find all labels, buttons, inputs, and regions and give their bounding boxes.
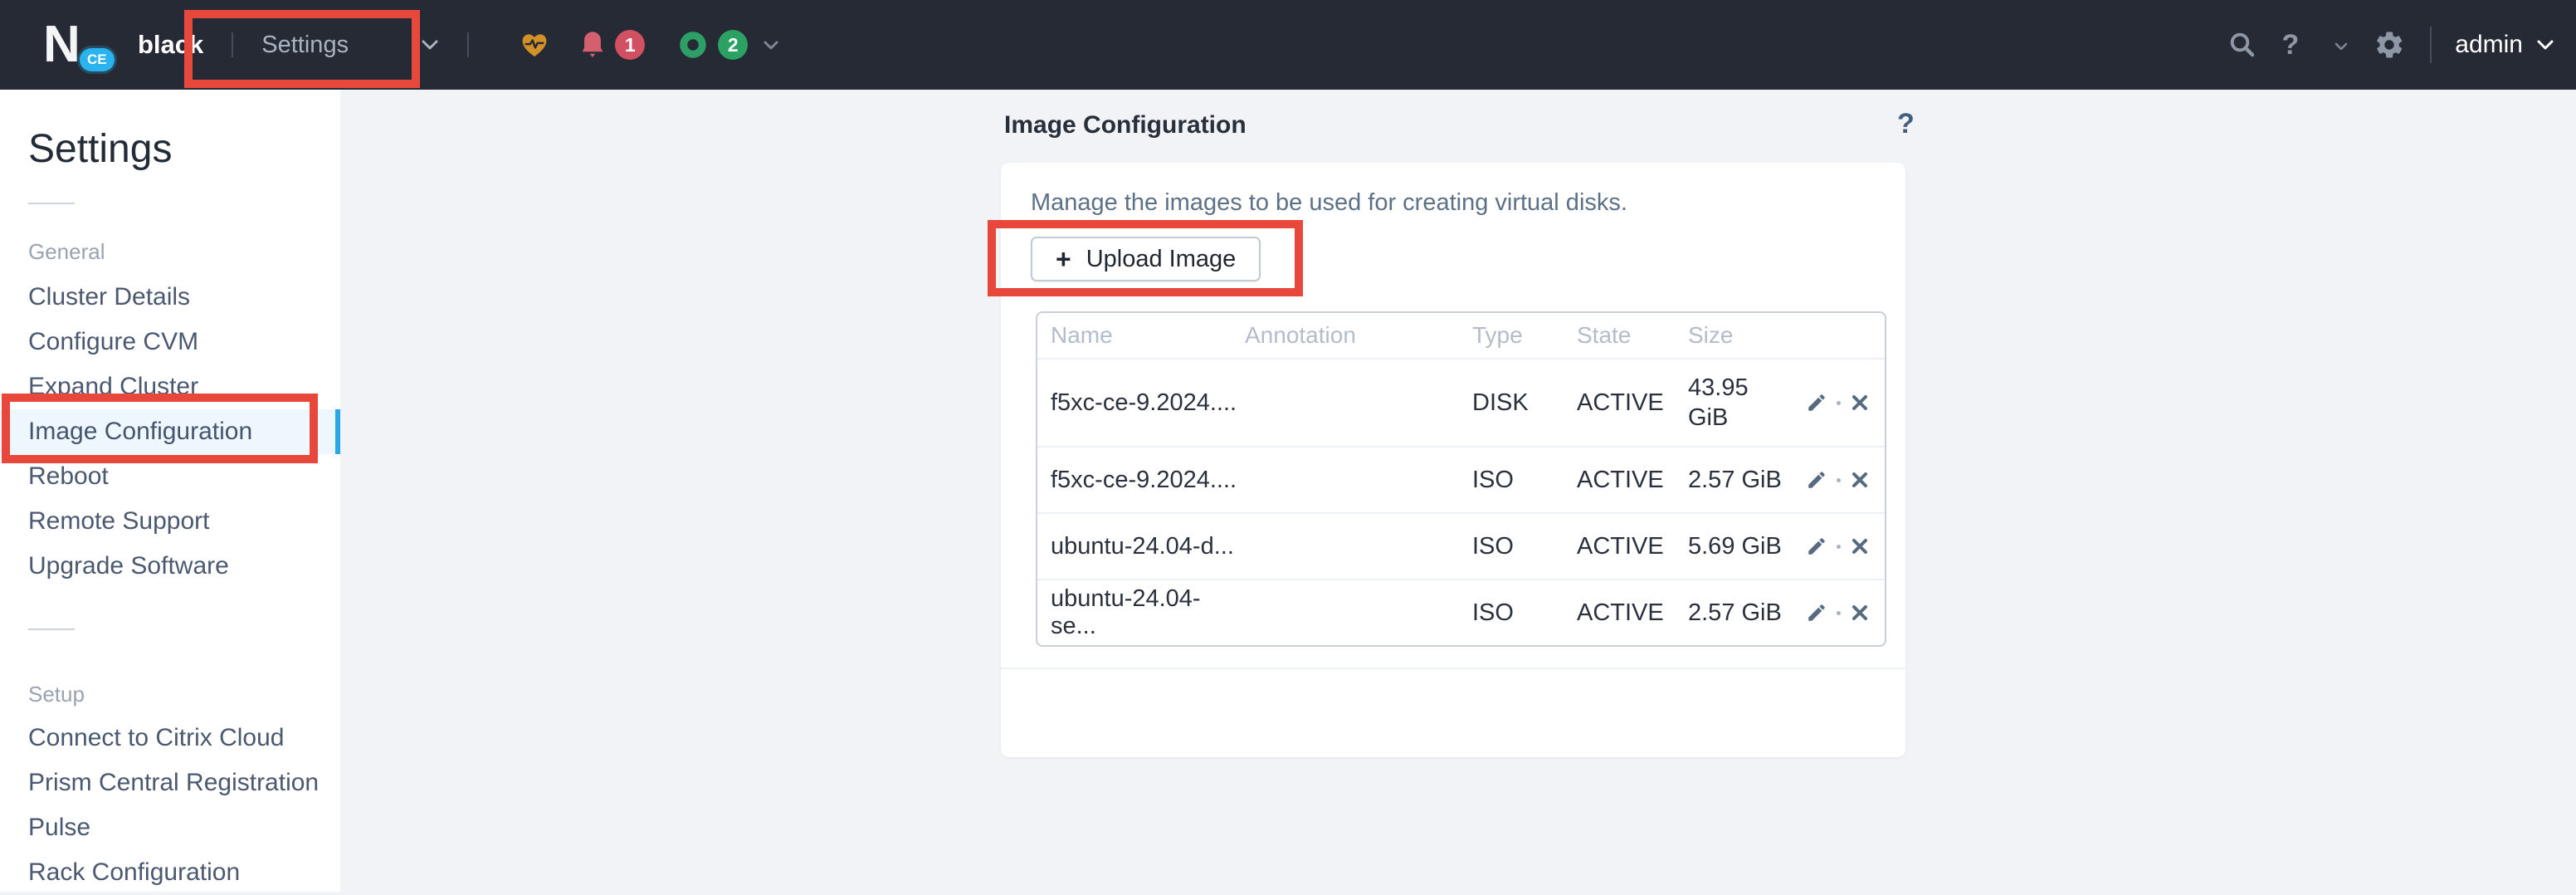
nav-dropdown-label: Settings xyxy=(261,32,349,59)
sidebar-item-image-configuration[interactable]: Image Configuration xyxy=(0,409,340,454)
delete-x-icon[interactable] xyxy=(1850,603,1870,623)
help-chevron-down-icon[interactable] xyxy=(2334,42,2349,51)
sidebar-item-rack-configuration[interactable]: Rack Configuration xyxy=(0,850,340,895)
health-heart-icon[interactable] xyxy=(519,30,550,60)
edit-pencil-icon[interactable] xyxy=(1806,536,1827,557)
tasks-ring-icon[interactable] xyxy=(678,30,708,60)
action-separator-dot xyxy=(1837,401,1841,405)
sidebar-section-setup: Setup xyxy=(28,682,340,707)
image-name: f5xc-ce-9.2024.... xyxy=(1037,389,1245,417)
delete-x-icon[interactable] xyxy=(1850,536,1870,556)
table-row: ubuntu-24.04-d... ISO ACTIVE 5.69 GiB xyxy=(1037,512,1885,579)
image-name: ubuntu-24.04-d... xyxy=(1037,533,1245,560)
alerts-bell-icon[interactable] xyxy=(578,29,607,61)
cluster-name: black xyxy=(138,30,203,60)
sidebar-item-cluster-details[interactable]: Cluster Details xyxy=(0,275,340,320)
column-header-size: Size xyxy=(1688,322,1793,349)
image-state: ACTIVE xyxy=(1577,533,1688,560)
chevron-down-icon xyxy=(421,39,439,51)
table-header-row: Name Annotation Type State Size xyxy=(1037,313,1885,358)
sidebar-item-upgrade-software[interactable]: Upgrade Software xyxy=(0,544,340,589)
upload-image-button[interactable]: + Upload Image xyxy=(1031,237,1261,281)
user-chevron-down-icon xyxy=(2536,39,2554,51)
sidebar-item-reboot[interactable]: Reboot xyxy=(0,454,340,499)
action-separator-dot xyxy=(1837,611,1841,615)
tasks-chevron-down-icon[interactable] xyxy=(763,40,779,51)
sidebar-item-pulse[interactable]: Pulse xyxy=(0,805,340,850)
edit-pencil-icon[interactable] xyxy=(1806,392,1827,413)
community-edition-badge: CE xyxy=(80,48,115,71)
upload-button-label: Upload Image xyxy=(1086,246,1237,273)
image-name: f5xc-ce-9.2024.... xyxy=(1037,467,1245,494)
page-title: Image Configuration xyxy=(1004,111,1247,139)
sidebar-item-connect-to-citrix-cloud[interactable]: Connect to Citrix Cloud xyxy=(0,716,340,761)
search-icon[interactable] xyxy=(2227,30,2257,60)
alerts-count-badge[interactable]: 1 xyxy=(615,30,645,60)
edit-pencil-icon[interactable] xyxy=(1806,602,1827,624)
sidebar-item-prism-central-registration[interactable]: Prism Central Registration xyxy=(0,761,340,805)
topbar-divider xyxy=(467,32,469,57)
sidebar-divider xyxy=(28,203,75,204)
topbar-divider xyxy=(2430,27,2432,63)
card-footer xyxy=(1001,668,1905,757)
delete-x-icon[interactable] xyxy=(1850,393,1870,413)
action-separator-dot xyxy=(1837,545,1841,549)
image-size: 5.69 GiB xyxy=(1688,531,1793,561)
image-state: ACTIVE xyxy=(1577,467,1688,494)
image-type: DISK xyxy=(1472,389,1577,417)
edit-pencil-icon[interactable] xyxy=(1806,469,1827,491)
image-type: ISO xyxy=(1472,467,1577,494)
table-row: f5xc-ce-9.2024.... ISO ACTIVE 2.57 GiB xyxy=(1037,446,1885,512)
table-row: f5xc-ce-9.2024.... DISK ACTIVE 43.95 GiB xyxy=(1037,358,1885,446)
image-state: ACTIVE xyxy=(1577,599,1688,627)
image-configuration-card: Manage the images to be used for creatin… xyxy=(1001,163,1905,757)
user-menu[interactable]: admin xyxy=(2455,31,2554,59)
column-header-name: Name xyxy=(1037,322,1245,349)
help-question-icon[interactable]: ? xyxy=(2282,29,2300,61)
sidebar-section-general: General xyxy=(28,239,340,265)
gear-icon[interactable] xyxy=(2374,29,2405,61)
topbar-divider xyxy=(232,32,233,57)
sidebar-title: Settings xyxy=(28,126,340,173)
sidebar-item-configure-cvm[interactable]: Configure CVM xyxy=(0,320,340,364)
prism-settings-screen: N CE black Settings 1 xyxy=(0,0,2576,892)
image-size: 2.57 GiB xyxy=(1688,598,1793,628)
sidebar-item-remote-support[interactable]: Remote Support xyxy=(0,499,340,544)
images-table: Name Annotation Type State Size f5xc-ce-… xyxy=(1036,311,1886,647)
tasks-count-badge[interactable]: 2 xyxy=(718,30,748,60)
image-size: 43.95 GiB xyxy=(1688,373,1793,433)
topbar: N CE black Settings 1 xyxy=(0,0,2576,90)
image-state: ACTIVE xyxy=(1577,389,1688,417)
page-help-icon[interactable]: ? xyxy=(1897,108,1915,140)
column-header-state: State xyxy=(1577,322,1688,349)
image-type: ISO xyxy=(1472,533,1577,560)
action-separator-dot xyxy=(1837,478,1841,482)
plus-icon: + xyxy=(1056,246,1071,272)
settings-nav-dropdown[interactable]: Settings xyxy=(261,32,439,59)
nutanix-logo[interactable]: N CE xyxy=(43,15,120,75)
sidebar-item-expand-cluster[interactable]: Expand Cluster xyxy=(0,364,340,409)
delete-x-icon[interactable] xyxy=(1850,470,1870,490)
image-type: ISO xyxy=(1472,599,1577,627)
card-description: Manage the images to be used for creatin… xyxy=(1031,189,1905,217)
image-name: ubuntu-24.04-se... xyxy=(1037,585,1245,640)
image-size: 2.57 GiB xyxy=(1688,465,1793,495)
settings-sidebar: Settings General Cluster Details Configu… xyxy=(0,90,340,892)
username: admin xyxy=(2455,31,2523,59)
column-header-type: Type xyxy=(1472,322,1577,349)
table-row: ubuntu-24.04-se... ISO ACTIVE 2.57 GiB xyxy=(1037,579,1885,645)
sidebar-divider xyxy=(28,628,75,630)
column-header-annotation: Annotation xyxy=(1245,322,1472,349)
